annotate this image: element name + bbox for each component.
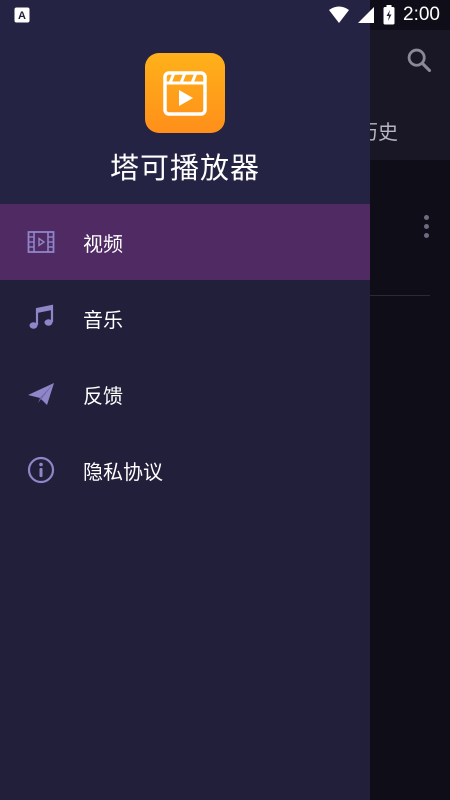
music-note-icon — [26, 303, 56, 333]
video-clapper-play-icon — [145, 53, 225, 133]
info-icon — [26, 455, 56, 485]
battery-charging-icon — [383, 5, 395, 25]
accessibility-a-icon: A — [14, 7, 30, 23]
status-time: 2:00 — [403, 4, 440, 25]
drawer-item-label: 反馈 — [83, 383, 123, 408]
app-name: 塔可播放器 — [109, 151, 260, 185]
status-bar: A 2:00 — [0, 0, 450, 30]
drawer-item-feedback[interactable]: 反馈 — [0, 356, 370, 432]
film-icon — [26, 227, 56, 257]
drawer-item-video[interactable]: 视频 — [0, 204, 370, 280]
more-vertical-icon[interactable] — [420, 215, 432, 243]
drawer-menu: 视频 音乐 反馈 隐私协议 — [0, 204, 370, 508]
drawer-item-label: 视频 — [83, 231, 123, 256]
divider — [370, 295, 430, 296]
navigation-drawer: 塔可播放器 视频 音乐 反馈 隐私协议 — [0, 0, 370, 800]
drawer-item-music[interactable]: 音乐 — [0, 280, 370, 356]
paper-plane-icon — [26, 379, 56, 409]
drawer-item-privacy[interactable]: 隐私协议 — [0, 432, 370, 508]
wifi-icon — [329, 6, 350, 23]
drawer-item-label: 隐私协议 — [83, 459, 163, 484]
drawer-item-label: 音乐 — [83, 307, 123, 332]
cellular-signal-icon — [358, 7, 375, 23]
search-icon[interactable] — [405, 46, 433, 74]
svg-text:A: A — [18, 10, 26, 22]
drawer-header: 塔可播放器 — [0, 0, 370, 204]
